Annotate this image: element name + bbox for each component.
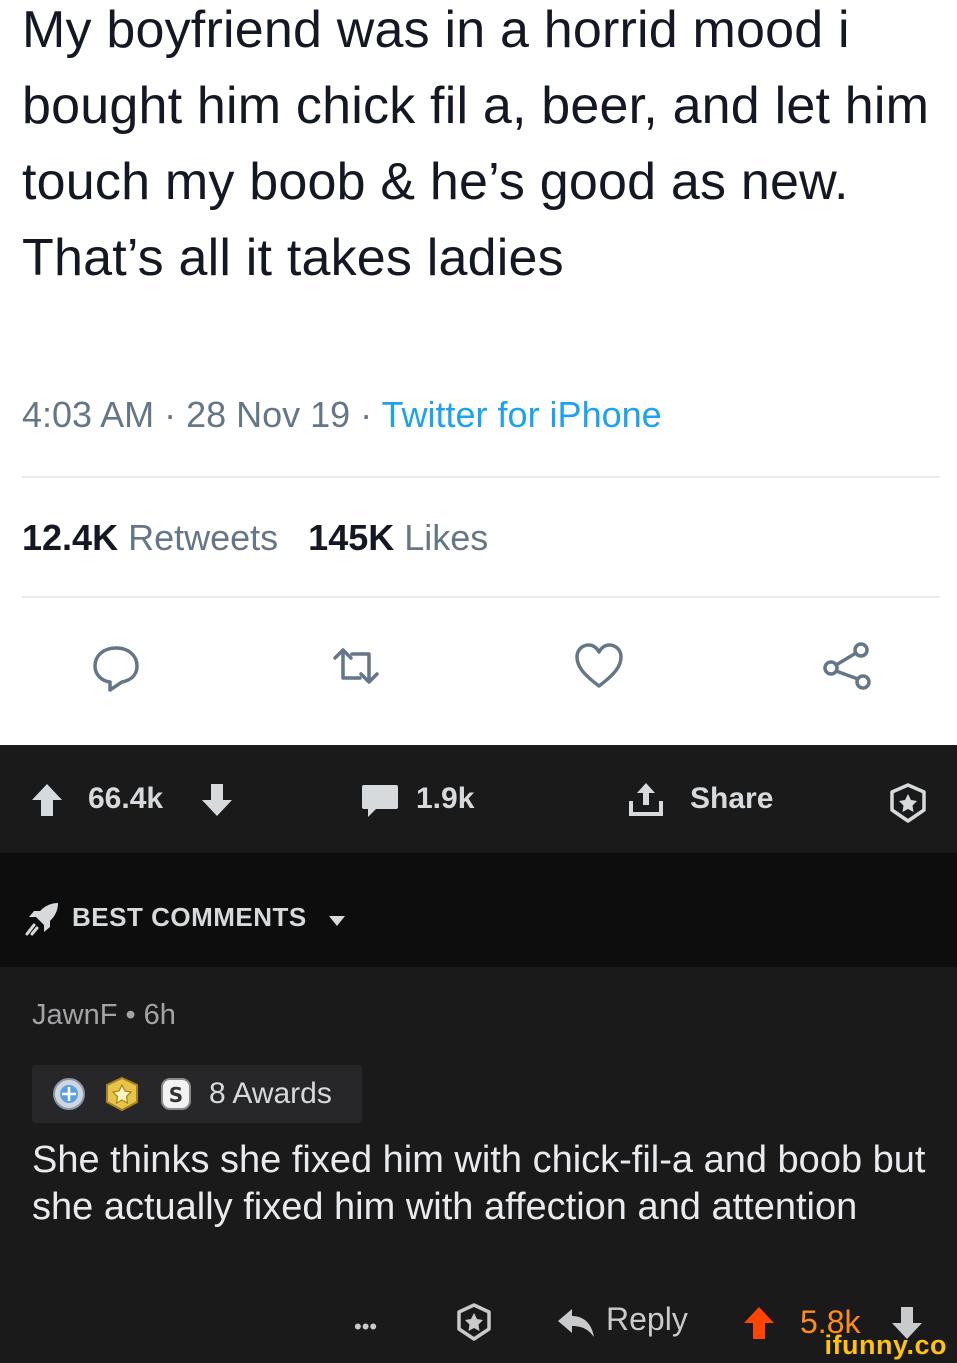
rocket-icon xyxy=(25,903,58,936)
retweet-button[interactable] xyxy=(328,638,384,694)
post-score: 66.4k xyxy=(88,782,164,815)
tweet-time: 4:03 AM · 28 Nov 19 · xyxy=(22,394,382,435)
reddit-screenshot: 66.4k 1.9k Share BEST COMMENTS JawnF • 6… xyxy=(0,745,957,1363)
like-button[interactable] xyxy=(571,638,627,694)
sort-label: BEST COMMENTS xyxy=(72,902,307,932)
reply-label: Reply xyxy=(606,1301,688,1337)
gold-award-icon xyxy=(106,1076,138,1112)
comment-author-meta[interactable]: JawnF • 6h xyxy=(32,997,176,1033)
chevron-down-icon xyxy=(329,916,345,926)
share-icon xyxy=(823,642,871,690)
comment-sort-bar[interactable]: BEST COMMENTS xyxy=(0,853,957,967)
share-post-button[interactable]: Share xyxy=(626,779,866,819)
reply-comment-button[interactable]: Reply xyxy=(556,1299,706,1345)
tweet-action-bar xyxy=(0,630,957,702)
comment-count: 1.9k xyxy=(416,782,475,815)
top-comment: JawnF • 6h S 8 Awards She thinks she fix… xyxy=(0,967,957,1363)
upload-share-icon xyxy=(629,783,663,816)
comment-bubble-icon xyxy=(362,785,398,817)
upvote-button[interactable] xyxy=(30,782,64,818)
award-icon xyxy=(890,783,926,823)
tweet-stats: 12.4K Retweets 145K Likes xyxy=(22,514,488,562)
reply-icon xyxy=(93,646,139,692)
share-button[interactable] xyxy=(819,638,875,694)
post-action-bar: 66.4k 1.9k Share xyxy=(0,745,957,853)
reply-arrow-icon xyxy=(558,1309,594,1337)
upvote-arrow-icon xyxy=(744,1307,774,1339)
silver-award-icon: S xyxy=(161,1078,191,1110)
divider xyxy=(22,476,940,478)
comment-upvote-button[interactable] xyxy=(742,1305,776,1341)
awards-count: 8 Awards xyxy=(209,1077,332,1110)
retweets-label: Retweets xyxy=(128,517,279,558)
platinum-award-icon xyxy=(53,1078,85,1110)
likes-label: Likes xyxy=(404,517,489,558)
svg-text:S: S xyxy=(169,1083,183,1107)
give-award-button[interactable] xyxy=(888,783,928,823)
comment-action-bar: ••• Reply 5.8k xyxy=(0,1297,957,1349)
downvote-arrow-icon xyxy=(202,784,232,816)
retweets-stat[interactable]: 12.4K Retweets xyxy=(22,517,278,558)
tweet-card: My boyfriend was in a horrid mood i boug… xyxy=(0,0,957,745)
award-icon xyxy=(457,1303,491,1341)
upvote-arrow-icon xyxy=(32,784,62,816)
tweet-source-link[interactable]: Twitter for iPhone xyxy=(382,394,662,435)
comment-award-button[interactable] xyxy=(456,1303,492,1341)
retweet-icon xyxy=(333,648,379,684)
heart-icon xyxy=(575,643,623,688)
comment-body: She thinks she fixed him with chick-fil-… xyxy=(32,1139,926,1228)
reply-button[interactable] xyxy=(88,638,144,694)
downvote-button[interactable] xyxy=(200,782,234,818)
awards-bar[interactable]: S 8 Awards xyxy=(32,1065,362,1123)
tweet-timestamp: 4:03 AM · 28 Nov 19 · Twitter for iPhone xyxy=(22,393,662,437)
likes-count: 145K xyxy=(308,517,395,558)
comments-button[interactable] xyxy=(360,783,400,819)
share-label: Share xyxy=(690,782,774,815)
more-options-button[interactable]: ••• xyxy=(354,1307,377,1347)
divider xyxy=(22,596,940,598)
likes-stat[interactable]: 145K Likes xyxy=(308,517,488,558)
ifunny-watermark: ifunny.co xyxy=(824,1330,947,1360)
retweets-count: 12.4K xyxy=(22,517,119,558)
tweet-text: My boyfriend was in a horrid mood i boug… xyxy=(22,1,930,287)
